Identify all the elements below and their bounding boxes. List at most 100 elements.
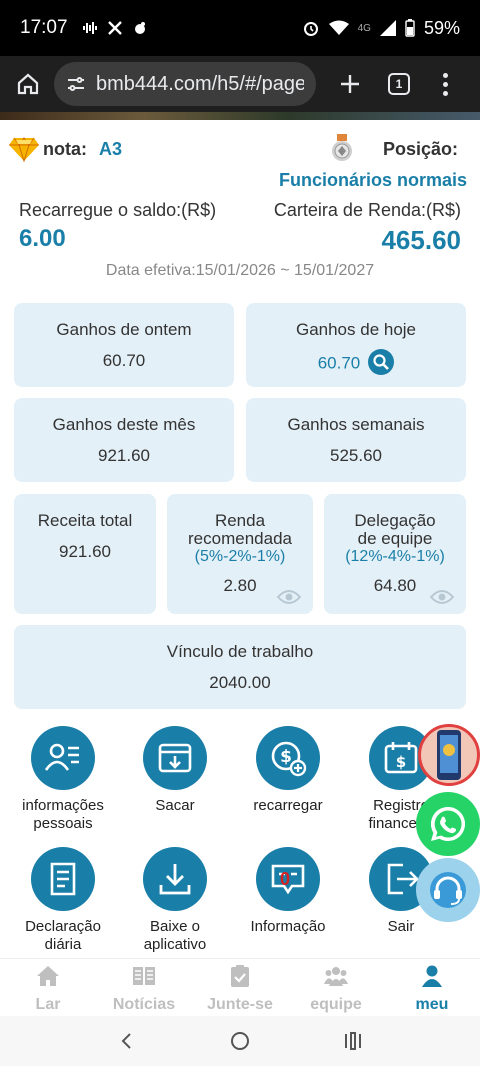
network-type: 4G	[357, 22, 371, 34]
tab-team[interactable]: equipe	[288, 959, 384, 1016]
work-contract-label: Vínculo de trabalho	[166, 642, 314, 661]
eye-icon[interactable]	[430, 588, 454, 606]
yesterday-earnings-value: 60.70	[102, 351, 146, 370]
whatsapp-icon	[430, 806, 466, 841]
recharge-label: recarregar	[253, 797, 323, 814]
wifi-icon	[328, 20, 349, 35]
daily-declaration-button[interactable]: Declaração diária	[8, 847, 118, 954]
position-value: Funcionários normais	[278, 170, 467, 190]
whatsapp-float-button[interactable]	[416, 792, 480, 856]
user-icon	[422, 965, 442, 987]
unread-count-badge: 0	[280, 869, 291, 889]
headset-icon	[430, 872, 466, 908]
daily-declaration-label-2: diária	[44, 936, 82, 953]
total-revenue-value: 921.60	[59, 542, 111, 561]
address-bar[interactable]: bmb444.com/h5/#/pages	[54, 62, 316, 106]
diamond-icon	[9, 137, 39, 162]
income-wallet-label: Carteira de Renda:(R$)	[273, 200, 461, 220]
download-app-label-1: Baixe o	[149, 918, 201, 935]
document-icon	[50, 862, 76, 896]
svg-text:$: $	[280, 747, 292, 767]
calendar-money-icon: $	[384, 742, 418, 774]
tab-team-label: equipe	[310, 996, 362, 1013]
withdraw-button[interactable]: Sacar	[120, 726, 230, 815]
home-icon	[37, 966, 59, 986]
recharge-balance-value: 6.00	[19, 225, 66, 252]
alarm-icon	[303, 22, 318, 36]
promo-float-button[interactable]	[418, 724, 480, 786]
team-delegation-label-2: de equipe	[357, 529, 433, 548]
income-wallet: Carteira de Renda:(R$) 465.60	[274, 200, 461, 256]
download-app-button[interactable]: Baixe o aplicativo	[120, 847, 230, 954]
today-earnings-label: Ganhos de hoje	[295, 320, 417, 339]
x-app-icon	[107, 21, 122, 35]
position-label: Posição:	[382, 138, 458, 159]
newspaper-icon	[133, 967, 155, 985]
total-revenue-card: Receita total 921.60	[14, 494, 156, 614]
notification-icons	[82, 20, 148, 36]
download-icon	[159, 864, 191, 895]
battery-icon	[405, 19, 415, 37]
yesterday-earnings-label: Ganhos de ontem	[56, 320, 192, 339]
team-delegation-rates: (12%-4%-1%)	[345, 548, 445, 565]
recharge-button[interactable]: $ recarregar	[233, 726, 343, 815]
today-earnings-card: Ganhos de hoje 60.70	[246, 303, 466, 387]
medal-icon	[331, 134, 352, 161]
coin-plus-icon: $	[271, 741, 307, 777]
tab-news[interactable]: Notícias	[96, 959, 192, 1016]
recents-icon[interactable]	[343, 1031, 363, 1051]
nota-label: nota:	[43, 138, 87, 159]
system-navigation-bar	[0, 1016, 480, 1066]
week-earnings-value: 525.60	[330, 446, 382, 465]
svg-text:$: $	[396, 753, 406, 771]
personal-info-label-2: pessoais	[33, 815, 93, 832]
month-earnings-card: Ganhos deste mês 921.60	[14, 398, 234, 482]
today-earnings-value: 60.70	[317, 353, 361, 373]
browser-toolbar: bmb444.com/h5/#/pages 1	[0, 56, 480, 112]
system-icons: 4G 59%	[302, 18, 460, 39]
logout-icon	[387, 863, 419, 895]
tab-news-label: Notícias	[112, 996, 176, 1013]
home-circle-icon[interactable]	[230, 1031, 250, 1051]
recharge-balance: Recarregue o saldo:(R$) 6.00	[19, 200, 216, 253]
tab-count: 1	[395, 77, 403, 91]
clipboard-check-icon	[231, 965, 249, 987]
bottom-tab-bar: Lar Notícias Junte-se equipe meu	[0, 958, 480, 1016]
withdraw-icon	[158, 743, 192, 773]
search-icon[interactable]	[368, 349, 395, 375]
browser-menu-button[interactable]	[442, 72, 448, 96]
tab-home[interactable]: Lar	[0, 959, 96, 1016]
app-notification-icon	[134, 22, 145, 34]
status-time: 17:07	[20, 17, 68, 38]
personal-info-button[interactable]: informações pessoais	[8, 726, 118, 833]
today-earnings-row: 60.70	[246, 349, 466, 377]
daily-declaration-label-1: Declaração	[25, 918, 101, 935]
tab-switcher-button[interactable]: 1	[388, 73, 410, 95]
work-contract-card: Vínculo de trabalho 2040.00	[14, 625, 466, 709]
download-app-label-2: aplicativo	[143, 936, 207, 953]
user-card-icon	[44, 743, 79, 771]
site-settings-icon[interactable]	[66, 74, 86, 94]
information-button[interactable]: 0 Informação	[233, 847, 343, 936]
back-icon[interactable]	[117, 1031, 137, 1051]
tab-join[interactable]: Junte-se	[192, 959, 288, 1016]
information-label: Informação	[250, 918, 326, 935]
effective-date: Data efetiva:15/01/2026 ~ 15/01/2027	[105, 262, 375, 279]
week-earnings-label: Ganhos semanais	[287, 415, 425, 434]
status-bar: 17:07 4G 59%	[0, 0, 480, 56]
recommended-income-label-2: recomendada	[188, 529, 292, 548]
tab-home-label: Lar	[35, 996, 61, 1013]
battery-level: 59%	[423, 17, 460, 38]
home-button[interactable]	[10, 66, 46, 102]
tab-join-label: Junte-se	[207, 996, 273, 1013]
recommended-income-card: Renda recomendada (5%-2%-1%) 2.80	[167, 494, 313, 614]
yesterday-earnings-card: Ganhos de ontem 60.70	[14, 303, 234, 387]
new-tab-button[interactable]	[334, 68, 366, 100]
tab-me[interactable]: meu	[384, 959, 480, 1016]
customer-service-float-button[interactable]	[416, 858, 480, 922]
banner-image	[0, 112, 480, 120]
recommended-income-rates: (5%-2%-1%)	[194, 548, 286, 565]
withdraw-label: Sacar	[155, 797, 195, 814]
eye-icon[interactable]	[277, 588, 301, 606]
total-revenue-label: Receita total	[37, 511, 133, 530]
